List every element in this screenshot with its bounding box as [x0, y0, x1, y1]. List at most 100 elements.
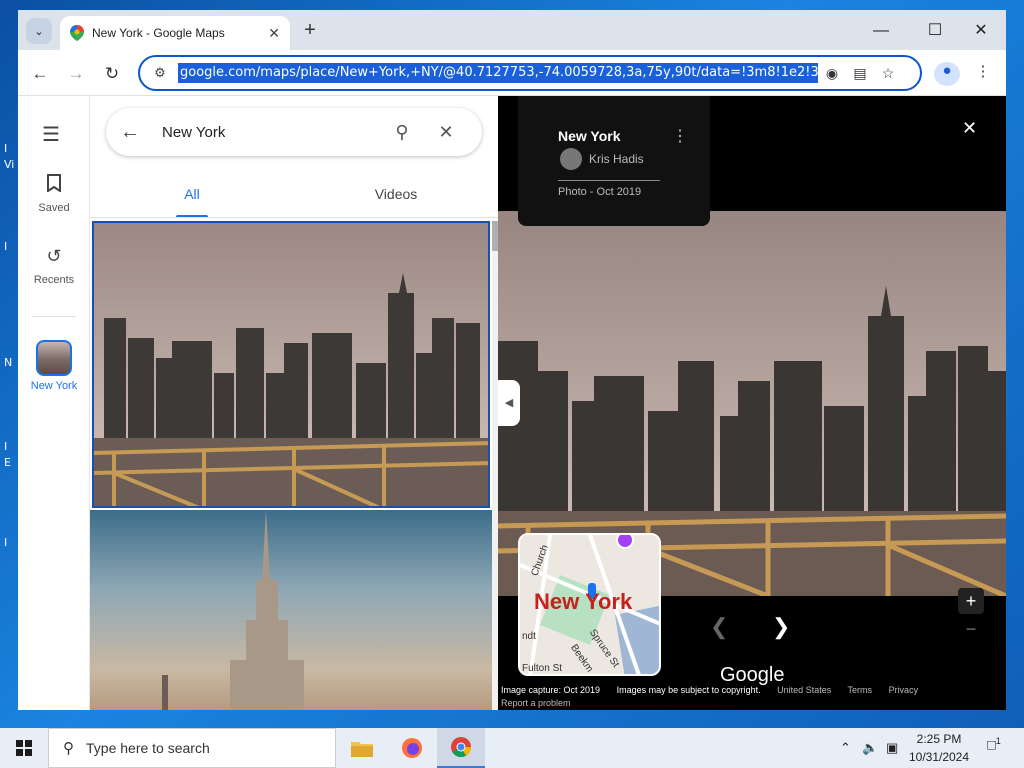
tab-strip: ⌄ New York - Google Maps ✕ + — ☐ ✕: [18, 10, 1006, 50]
lens-icon[interactable]: ◉: [818, 65, 846, 82]
start-button[interactable]: [0, 728, 48, 768]
desktop-icon-label: I: [4, 240, 8, 253]
firefox-app[interactable]: [388, 728, 436, 768]
folder-icon: [351, 742, 373, 757]
reload-button[interactable]: ↻: [98, 60, 126, 88]
chrome-icon: [451, 737, 472, 758]
recents-label: Recents: [33, 274, 75, 286]
desktop-icon-label: I: [4, 142, 8, 155]
clear-search-icon[interactable]: ✕: [424, 122, 468, 143]
back-arrow-icon[interactable]: ←: [120, 121, 148, 144]
photo-date: Photo - Oct 2019: [558, 186, 642, 198]
url-text[interactable]: google.com/maps/place/New+York,+NY/@40.7…: [178, 63, 818, 83]
maps-content: ☰ Saved ↺ Recents New York ← New York ⚲: [18, 96, 1006, 710]
address-bar[interactable]: ⚙ google.com/maps/place/New+York,+NY/@40…: [138, 55, 922, 91]
photo-tabs: All Videos: [90, 178, 498, 218]
tabs-divider: [90, 217, 498, 218]
desktop-icon-label: E: [4, 456, 11, 469]
zoom-in-button[interactable]: +: [958, 588, 984, 614]
search-input[interactable]: New York: [162, 124, 380, 141]
clock-time: 2:25 PM: [916, 732, 962, 746]
photos-panel: ← New York ⚲ ✕ All Videos: [90, 96, 498, 710]
network-icon[interactable]: ▣: [886, 740, 898, 756]
maps-side-rail: ☰ Saved ↺ Recents New York: [18, 96, 90, 710]
info-divider: [558, 180, 660, 181]
recent-place-new-york[interactable]: New York: [18, 340, 90, 392]
profile-avatar-icon[interactable]: ●: [934, 62, 960, 86]
recents-button[interactable]: ↺ Recents: [18, 246, 90, 286]
show-hidden-icons[interactable]: ⌃: [840, 740, 851, 756]
tab-search-button[interactable]: ⌄: [26, 18, 52, 44]
author-avatar[interactable]: [560, 148, 582, 170]
street-label: Fulton St: [522, 663, 563, 674]
more-options-icon[interactable]: ⋮: [672, 126, 688, 146]
search-box[interactable]: ← New York ⚲ ✕: [106, 108, 482, 156]
previous-photo-icon[interactable]: ❮: [710, 614, 728, 640]
close-window-button[interactable]: ✕: [958, 18, 1004, 44]
chevron-down-icon: ⌄: [34, 25, 44, 38]
clock-date: 10/31/2024: [908, 750, 970, 764]
browser-menu-icon[interactable]: ⋮: [970, 62, 996, 86]
install-app-icon[interactable]: ▤: [846, 65, 874, 82]
notification-center-icon[interactable]: □1: [982, 736, 1006, 760]
tab-videos[interactable]: Videos: [294, 178, 498, 218]
taskbar-search-placeholder: Type here to search: [86, 740, 210, 756]
photo-viewer: New York ⋮ Kris Hadis Photo - Oct 2019 ✕…: [498, 96, 1006, 710]
browser-toolbar: ← → ↻ ⚙ google.com/maps/place/New+York,+…: [18, 50, 1006, 96]
image-capture-text: Image capture: Oct 2019: [501, 685, 601, 695]
volume-muted-icon[interactable]: 🔈: [862, 740, 878, 756]
search-icon[interactable]: ⚲: [380, 122, 424, 143]
bookmark-star-icon[interactable]: ☆: [874, 65, 902, 82]
close-viewer-icon[interactable]: ✕: [962, 118, 977, 139]
file-explorer-app[interactable]: [338, 728, 386, 768]
minimap-place-label: New York: [534, 589, 633, 614]
place-thumbnail: [36, 340, 72, 376]
place-label: New York: [30, 380, 78, 392]
back-button[interactable]: ←: [26, 60, 54, 88]
tab-all[interactable]: All: [90, 178, 294, 218]
google-maps-favicon-icon: [70, 25, 84, 41]
desktop-icon-label: Vi: [4, 158, 15, 171]
taskbar-search[interactable]: ⚲ Type here to search: [48, 728, 336, 768]
empire-state-photo: [162, 510, 304, 710]
viewer-footer: Image capture: Oct 2019 Images may be su…: [501, 685, 932, 695]
privacy-link[interactable]: Privacy: [889, 685, 919, 695]
photo-thumbnail[interactable]: [90, 510, 492, 710]
maximize-button[interactable]: ☐: [912, 18, 958, 44]
copyright-text: Images may be subject to copyright.: [616, 685, 761, 695]
search-icon: ⚲: [63, 740, 74, 757]
author-name[interactable]: Kris Hadis: [589, 152, 644, 166]
tab-title: New York - Google Maps: [92, 26, 225, 40]
clock[interactable]: 2:25 PM 10/31/2024: [904, 730, 974, 766]
collapse-panel-button[interactable]: ◀: [498, 380, 520, 426]
browser-tab[interactable]: New York - Google Maps ✕: [60, 16, 290, 50]
next-photo-icon[interactable]: ❯: [772, 614, 790, 640]
desktop-icon-label: I: [4, 440, 8, 453]
street-label: ndt: [522, 631, 536, 642]
close-tab-icon[interactable]: ✕: [268, 25, 280, 42]
forward-button[interactable]: →: [62, 60, 90, 88]
history-icon: ↺: [46, 246, 62, 266]
new-tab-button[interactable]: +: [298, 18, 322, 42]
skyline-photo: [94, 223, 488, 506]
saved-button[interactable]: Saved: [18, 174, 90, 214]
taskbar: ⚲ Type here to search ⌃ 🔈 ▣ 2:25 PM 10/3…: [0, 728, 1024, 768]
zoom-out-button[interactable]: −: [958, 616, 984, 642]
bookmark-icon: [18, 174, 90, 198]
report-problem-link[interactable]: Report a problem: [501, 698, 571, 708]
photo-title: New York: [558, 128, 621, 144]
chrome-app[interactable]: [437, 728, 485, 768]
site-info-icon[interactable]: ⚙: [148, 65, 172, 81]
minimize-button[interactable]: —: [858, 18, 904, 44]
desktop-icon-label: I: [4, 536, 8, 549]
minimap[interactable]: Church ndt Spruce St Beekm Fulton St New…: [518, 533, 661, 676]
menu-icon[interactable]: ☰: [42, 122, 60, 147]
saved-label: Saved: [38, 202, 70, 214]
browser-window: ⌄ New York - Google Maps ✕ + — ☐ ✕ ← → ↻…: [18, 10, 1006, 710]
photo-thumbnail-selected[interactable]: [92, 221, 490, 508]
google-logo: Google: [720, 664, 785, 686]
rail-divider: [32, 316, 76, 317]
country-link[interactable]: United States: [777, 685, 831, 695]
terms-link[interactable]: Terms: [848, 685, 873, 695]
windows-logo-icon: [16, 740, 32, 756]
